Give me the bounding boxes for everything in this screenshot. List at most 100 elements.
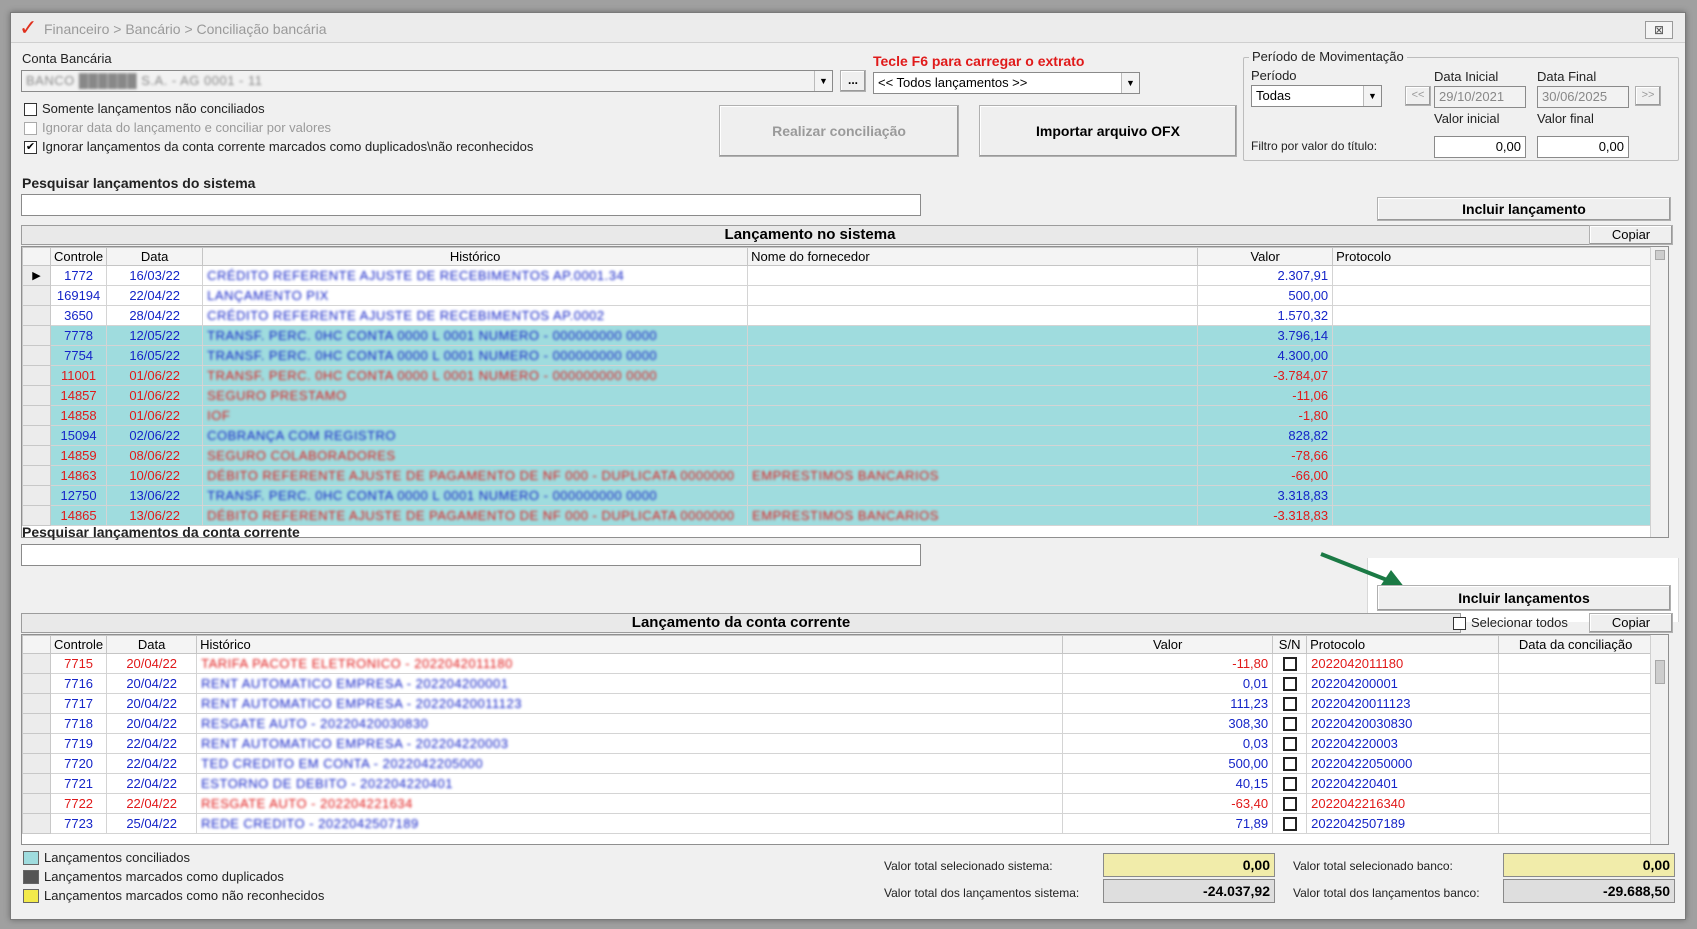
conta-col-protocolo[interactable]: Protocolo (1306, 635, 1500, 654)
table-row[interactable]: 14865 13/06/22 DÉBITO REFERENTE AJUSTE DE … (22, 505, 1654, 526)
sn-checkbox[interactable] (1282, 657, 1297, 672)
row-selector[interactable] (22, 773, 51, 794)
conta-col-valor[interactable]: Valor (1062, 635, 1274, 654)
sn-checkbox[interactable] (1282, 817, 1297, 832)
row-selector[interactable] (22, 485, 51, 506)
conta-grid[interactable]: Controle Data Histórico Valor S/N Protoc… (21, 634, 1669, 845)
table-row[interactable]: 14858 01/06/22 IOF -1,80 (22, 405, 1654, 426)
conta-browse-button[interactable]: ... (840, 70, 866, 92)
sn-checkbox[interactable] (1282, 797, 1297, 812)
sistema-col-controle[interactable]: Controle (49, 247, 108, 266)
historico-text: RENT AUTOMATICO EMPRESA - 20220420011123 (201, 696, 522, 711)
cell-data: 25/04/22 (106, 813, 198, 834)
table-row[interactable]: 7754 16/05/22 TRANSF. PERC. 0HC CONTA 0000… (22, 345, 1654, 366)
table-row[interactable]: 12750 13/06/22 TRANSF. PERC. 0HC CONTA 000… (22, 485, 1654, 506)
periodo-select[interactable]: Todas ▼ (1251, 85, 1382, 107)
sistema-scrollbar[interactable] (1650, 247, 1668, 537)
table-row[interactable]: 14857 01/06/22 SEGURO PRESTAMO -11,06 (22, 385, 1654, 406)
conta-scroll-thumb[interactable] (1655, 660, 1665, 684)
pesquisar-conta-input[interactable] (21, 544, 921, 566)
sn-checkbox[interactable] (1282, 677, 1297, 692)
realizar-conciliacao-button[interactable]: Realizar conciliação (719, 105, 959, 157)
table-row[interactable]: 169194 22/04/22 LANÇAMENTO PIX 500,00 (22, 285, 1654, 306)
row-selector[interactable] (22, 793, 51, 814)
sistema-col-valor[interactable]: Valor (1197, 247, 1334, 266)
sistema-col-fornecedor[interactable]: Nome do fornecedor (747, 247, 1199, 266)
sistema-copiar-button[interactable]: Copiar (1589, 225, 1673, 245)
somente-nao-conciliados-checkbox[interactable] (24, 103, 37, 116)
table-row[interactable]: 7715 20/04/22 TARIFA PACOTE ELETRONICO - 2… (22, 653, 1654, 674)
close-window-button[interactable]: ⊠ (1645, 21, 1673, 39)
table-row[interactable]: 7778 12/05/22 TRANSF. PERC. 0HC CONTA 0000… (22, 325, 1654, 346)
lancamentos-filter-select[interactable]: << Todos lançamentos >> ▼ (873, 72, 1140, 94)
row-selector[interactable] (22, 693, 51, 714)
row-selector[interactable] (22, 445, 51, 466)
table-row[interactable]: 7722 22/04/22 RESGATE AUTO - 202204221634 -… (22, 793, 1654, 814)
sel-sistema-label: Valor total selecionado sistema: (884, 859, 1053, 873)
sistema-scroll-thumb[interactable] (1655, 250, 1665, 260)
row-selector[interactable] (22, 505, 51, 526)
sn-checkbox[interactable] (1282, 757, 1297, 772)
data-inicial-field[interactable]: 29/10/2021 (1434, 86, 1526, 108)
table-row[interactable]: 7718 20/04/22 RESGATE AUTO - 2022042003083… (22, 713, 1654, 734)
row-selector[interactable] (22, 425, 51, 446)
table-row[interactable]: 7719 22/04/22 RENT AUTOMATICO EMPRESA - 20… (22, 733, 1654, 754)
conta-col-data[interactable]: Data (106, 635, 198, 654)
sn-checkbox[interactable] (1282, 717, 1297, 732)
table-row[interactable]: 7723 25/04/22 REDE CREDITO - 2022042507189… (22, 813, 1654, 834)
valor-inicial-field[interactable]: 0,00 (1434, 136, 1526, 158)
table-row[interactable]: 15094 02/06/22 COBRANÇA COM REGISTRO 828,82 (22, 425, 1654, 446)
conta-col-data-conciliacao[interactable]: Data da conciliação (1498, 635, 1654, 654)
table-row[interactable]: 7721 22/04/22 ESTORNO DE DEBITO - 20220422… (22, 773, 1654, 794)
sn-checkbox[interactable] (1282, 777, 1297, 792)
table-row[interactable]: ▶ 1772 16/03/22 CRÉDITO REFERENTE AJUSTE DE… (22, 265, 1654, 286)
row-selector[interactable] (22, 305, 51, 326)
conta-col-sn[interactable]: S/N (1272, 635, 1308, 654)
row-selector[interactable] (22, 673, 51, 694)
sn-checkbox[interactable] (1282, 697, 1297, 712)
row-selector[interactable] (22, 813, 51, 834)
selecionar-todos-checkbox[interactable] (1453, 617, 1466, 630)
table-row[interactable]: 7716 20/04/22 RENT AUTOMATICO EMPRESA - 20… (22, 673, 1654, 694)
row-selector[interactable] (22, 405, 51, 426)
row-selector[interactable] (22, 385, 51, 406)
row-selector[interactable] (22, 285, 51, 306)
periodo-prev-button[interactable]: << (1405, 86, 1431, 106)
row-selector[interactable] (22, 653, 51, 674)
total-banco-label: Valor total dos lançamentos banco: (1293, 886, 1480, 900)
sistema-col-protocolo[interactable]: Protocolo (1332, 247, 1654, 266)
row-selector[interactable] (22, 345, 51, 366)
ignorar-duplicados-checkbox[interactable]: ✔ (24, 141, 37, 154)
valor-final-field[interactable]: 0,00 (1537, 136, 1629, 158)
importar-ofx-button[interactable]: Importar arquivo OFX (979, 105, 1237, 157)
historico-text: LANÇAMENTO PIX (207, 288, 329, 303)
table-row[interactable]: 3650 28/04/22 CRÉDITO REFERENTE AJUSTE DE … (22, 305, 1654, 326)
row-selector[interactable] (22, 713, 51, 734)
conta-col-historico[interactable]: Histórico (196, 635, 1064, 654)
row-selector[interactable] (22, 465, 51, 486)
conta-scrollbar[interactable] (1650, 635, 1668, 844)
table-row[interactable]: 7720 22/04/22 TED CREDITO EM CONTA - 20220… (22, 753, 1654, 774)
incluir-lancamento-button[interactable]: Incluir lançamento (1377, 197, 1671, 221)
row-selector[interactable] (22, 733, 51, 754)
sn-checkbox[interactable] (1282, 737, 1297, 752)
table-row[interactable]: 14863 10/06/22 DÉBITO REFERENTE AJUSTE DE … (22, 465, 1654, 486)
pesquisar-sistema-input[interactable] (21, 194, 921, 216)
sistema-col-historico[interactable]: Histórico (202, 247, 749, 266)
table-row[interactable]: 7717 20/04/22 RENT AUTOMATICO EMPRESA - 20… (22, 693, 1654, 714)
row-selector[interactable] (22, 753, 51, 774)
conta-col-controle[interactable]: Controle (49, 635, 108, 654)
conta-copiar-button[interactable]: Copiar (1589, 613, 1673, 633)
row-selector[interactable] (22, 325, 51, 346)
table-row[interactable]: 11001 01/06/22 TRANSF. PERC. 0HC CONTA 000… (22, 365, 1654, 386)
incluir-lancamentos-button[interactable]: Incluir lançamentos (1377, 585, 1671, 611)
conta-bancaria-select[interactable]: BANCO ██████ S.A. - AG 0001 - 11 ▼ (21, 70, 833, 92)
sistema-col-data[interactable]: Data (106, 247, 204, 266)
row-selector[interactable]: ▶ (22, 265, 51, 286)
data-final-field[interactable]: 30/06/2025 (1537, 86, 1629, 108)
row-selector[interactable] (22, 365, 51, 386)
periodo-next-button[interactable]: >> (1635, 86, 1661, 106)
sistema-grid[interactable]: Controle Data Histórico Nome do forneced… (21, 246, 1669, 538)
table-row[interactable]: 14859 08/06/22 SEGURO COLABORADORES -78,66 (22, 445, 1654, 466)
ignorar-data-checkbox[interactable] (24, 122, 37, 135)
